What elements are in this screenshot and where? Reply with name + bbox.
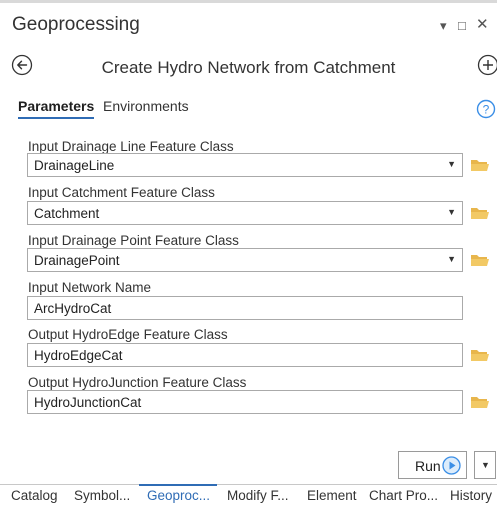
run-play-icon	[442, 456, 461, 475]
drainage-point-label: Input Drainage Point Feature Class	[28, 233, 239, 248]
network-name-value: ArcHydroCat	[34, 301, 111, 316]
maximize-icon[interactable]: □	[458, 18, 466, 33]
active-tab-indicator	[139, 484, 217, 486]
folder-browse-icon[interactable]	[470, 204, 490, 222]
close-icon[interactable]: ✕	[476, 15, 489, 33]
chevron-down-icon[interactable]: ▼	[447, 159, 456, 169]
dock-tab-catalog[interactable]: Catalog	[11, 488, 58, 503]
hydroedge-value: HydroEdgeCat	[34, 348, 123, 363]
dock-tab-element[interactable]: Element	[307, 488, 357, 503]
drainage-line-value: DrainageLine	[34, 158, 114, 173]
drainage-line-select[interactable]: DrainageLine ▼	[27, 153, 463, 177]
network-name-input[interactable]: ArcHydroCat	[27, 296, 463, 320]
dock-tab-symbology[interactable]: Symbol...	[74, 488, 130, 503]
svg-text:?: ?	[483, 103, 490, 117]
hydroedge-input[interactable]: HydroEdgeCat	[27, 343, 463, 367]
tab-environments[interactable]: Environments	[103, 98, 189, 117]
run-button[interactable]: Run	[398, 451, 467, 479]
hydrojunction-input[interactable]: HydroJunctionCat	[27, 390, 463, 414]
catchment-value: Catchment	[34, 206, 99, 221]
folder-browse-icon[interactable]	[470, 156, 490, 174]
folder-browse-icon[interactable]	[470, 251, 490, 269]
pane-options-icon[interactable]: ▾	[440, 18, 447, 34]
add-plus-icon[interactable]	[477, 54, 497, 76]
tool-header: Create Hydro Network from Catchment	[0, 49, 497, 85]
chevron-down-icon[interactable]: ▼	[447, 207, 456, 217]
chevron-down-icon: ▼	[481, 460, 490, 470]
folder-browse-icon[interactable]	[470, 346, 490, 364]
drainage-line-label: Input Drainage Line Feature Class	[28, 139, 234, 154]
drainage-point-value: DrainagePoint	[34, 253, 120, 268]
dock-tab-history[interactable]: History	[450, 488, 492, 503]
catchment-label: Input Catchment Feature Class	[28, 185, 215, 200]
run-options-dropdown[interactable]: ▼	[474, 451, 496, 479]
hydrojunction-label: Output HydroJunction Feature Class	[28, 375, 246, 390]
tab-parameters[interactable]: Parameters	[18, 98, 94, 119]
folder-browse-icon[interactable]	[470, 393, 490, 411]
help-icon[interactable]: ?	[476, 99, 496, 119]
pane-title: Geoprocessing	[12, 14, 140, 36]
dock-tab-chart-properties[interactable]: Chart Pro...	[369, 488, 438, 503]
pane-title-bar: Geoprocessing ▾ □ ✕	[0, 6, 497, 44]
run-label: Run	[415, 458, 441, 474]
dock-tab-modify-features[interactable]: Modify F...	[227, 488, 289, 503]
hydrojunction-value: HydroJunctionCat	[34, 395, 141, 410]
catchment-select[interactable]: Catchment ▼	[27, 201, 463, 225]
chevron-down-icon[interactable]: ▼	[447, 254, 456, 264]
drainage-point-select[interactable]: DrainagePoint ▼	[27, 248, 463, 272]
dock-tab-geoprocessing[interactable]: Geoproc...	[147, 488, 210, 503]
network-name-label: Input Network Name	[28, 280, 151, 295]
hydroedge-label: Output HydroEdge Feature Class	[28, 327, 228, 342]
tool-title: Create Hydro Network from Catchment	[0, 58, 497, 78]
geoprocessing-pane: Geoprocessing ▾ □ ✕ Create Hydro Network…	[0, 0, 497, 503]
